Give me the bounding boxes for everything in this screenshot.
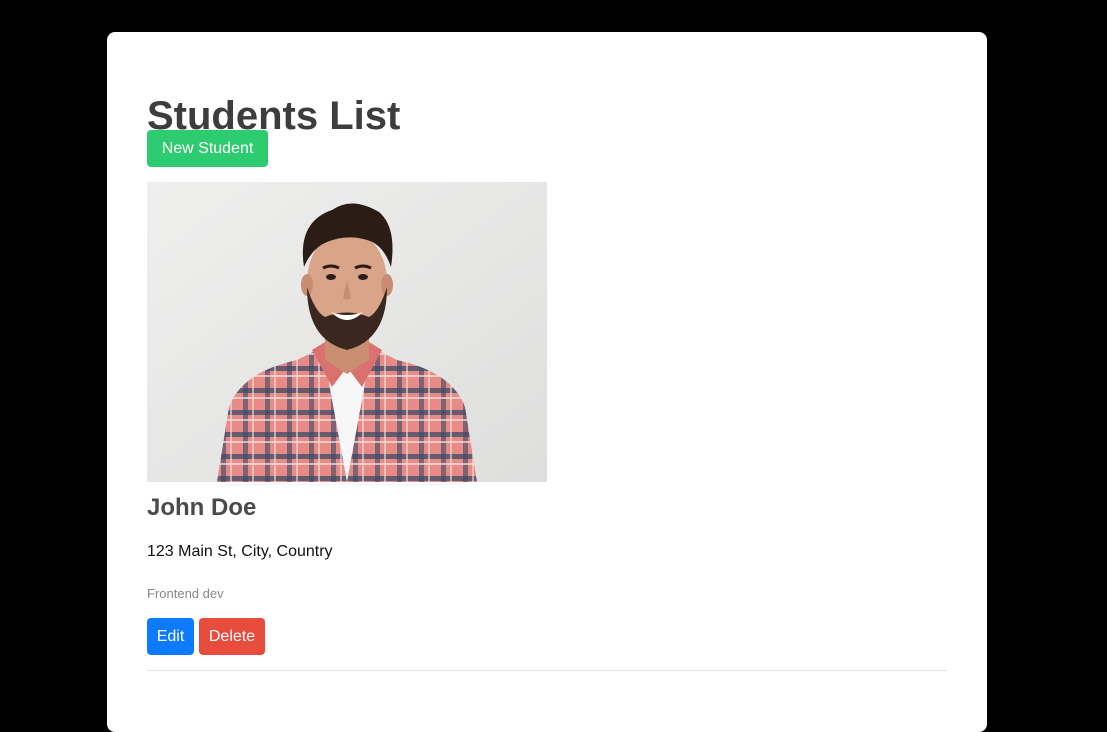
delete-button[interactable]: Delete (199, 618, 265, 655)
student-name: John Doe (147, 494, 257, 521)
student-photo (147, 182, 547, 482)
student-photo-image (147, 182, 547, 482)
students-card: Students List New Student John Doe 123 M… (107, 32, 987, 732)
student-address: 123 Main St, City, Country (147, 543, 333, 560)
new-student-button[interactable]: New Student (147, 130, 268, 167)
edit-button[interactable]: Edit (147, 618, 194, 655)
student-role: Frontend dev (147, 586, 224, 601)
row-divider (147, 670, 947, 671)
